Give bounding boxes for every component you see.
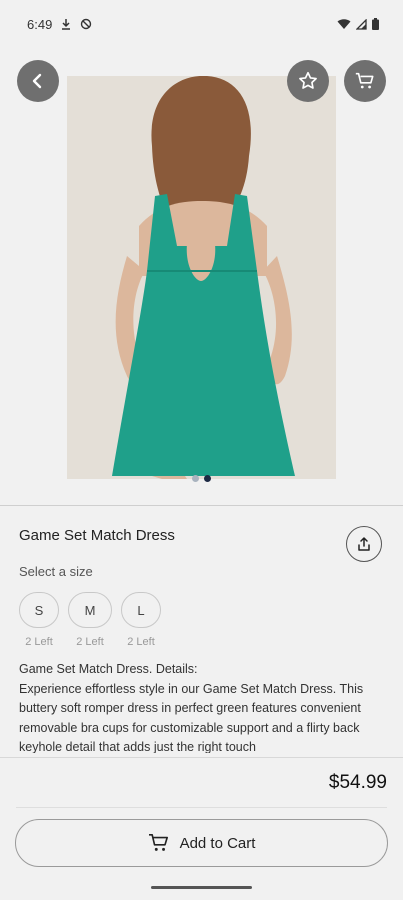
size-s-button[interactable]: S (19, 592, 59, 628)
size-selector: S 2 Left M 2 Left L 2 Left (19, 592, 161, 648)
dress-illustration (67, 76, 336, 479)
star-icon (299, 71, 317, 89)
product-price: $54.99 (328, 772, 387, 793)
cart-button[interactable] (344, 60, 386, 102)
status-left: 6:49 (27, 17, 92, 32)
back-button[interactable] (17, 60, 59, 102)
add-to-cart-button[interactable]: Add to Cart (15, 819, 388, 867)
product-photo[interactable] (67, 76, 336, 479)
carousel-dot-active[interactable] (204, 475, 211, 482)
carousel-indicator (0, 475, 403, 482)
status-bar: 6:49 (0, 0, 403, 48)
add-to-cart-label: Add to Cart (179, 834, 256, 852)
size-option-l: L 2 Left (121, 592, 161, 648)
home-indicator[interactable] (151, 886, 252, 889)
size-l-stock: 2 Left (127, 636, 155, 648)
vpn-shield-icon (81, 18, 92, 30)
divider (16, 807, 387, 808)
add-cart-icon (148, 834, 168, 851)
back-arrow-icon (32, 73, 42, 89)
description-heading: Game Set Match Dress. Details: (19, 662, 198, 676)
size-option-m: M 2 Left (68, 592, 112, 648)
size-m-stock: 2 Left (76, 636, 104, 648)
divider (0, 757, 403, 758)
product-gallery[interactable] (0, 48, 403, 506)
cart-icon (355, 72, 374, 89)
size-m-button[interactable]: M (68, 592, 112, 628)
carousel-dot[interactable] (192, 475, 199, 482)
wifi-icon (337, 19, 351, 29)
share-button[interactable] (346, 526, 382, 562)
size-s-stock: 2 Left (25, 636, 53, 648)
status-time: 6:49 (27, 16, 53, 32)
battery-icon (372, 18, 379, 30)
signal-icon (356, 18, 367, 30)
size-l-button[interactable]: L (121, 592, 161, 628)
divider (0, 505, 403, 506)
size-label: Select a size (19, 564, 93, 579)
product-description[interactable]: Game Set Match Dress. Details: Experienc… (19, 660, 389, 753)
share-icon (358, 537, 370, 551)
product-title: Game Set Match Dress (19, 527, 175, 544)
download-icon (62, 19, 71, 30)
size-option-s: S 2 Left (19, 592, 59, 648)
favorite-button[interactable] (287, 60, 329, 102)
description-body: Experience effortless style in our Game … (19, 681, 364, 754)
status-right (337, 18, 379, 30)
